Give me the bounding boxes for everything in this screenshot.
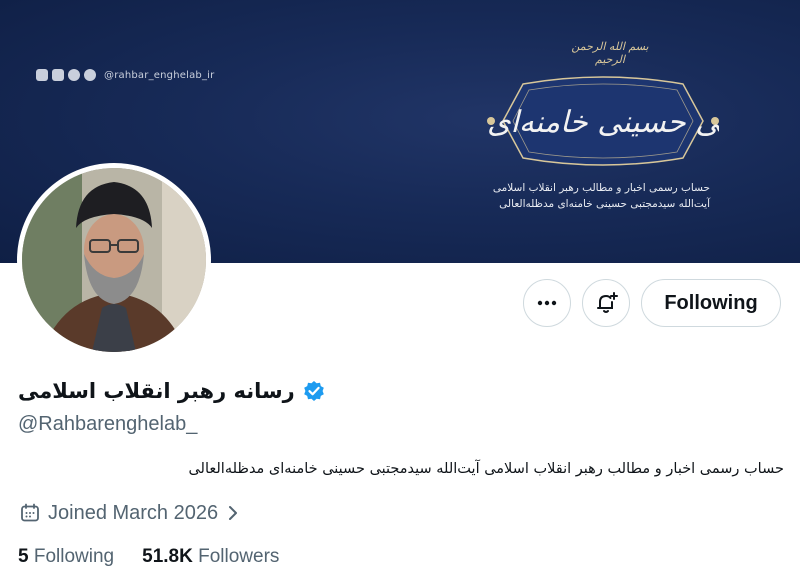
following-count: 5 [18, 546, 29, 567]
avatar-portrait [22, 168, 206, 352]
chevron-right-icon [229, 506, 238, 520]
display-name-row: رسانه رهبر انقلاب اسلامی [18, 373, 325, 409]
following-button[interactable]: Following [641, 279, 781, 327]
banner-description-line2: آیت‌الله سیدمجتبی حسینی خامنه‌ای مدظله‌ا… [499, 198, 710, 210]
verified-badge-icon[interactable] [303, 380, 325, 402]
banner-description-line1: حساب رسمی اخبار و مطالب رهبر انقلاب اسلا… [492, 182, 710, 194]
display-name: رسانه رهبر انقلاب اسلامی [18, 379, 295, 403]
banner-description: حساب رسمی اخبار و مطالب رهبر انقلاب اسلا… [470, 180, 710, 212]
joined-date: Joined March 2026 [48, 501, 219, 524]
follow-stats: 5 Following 51.8K Followers [18, 546, 279, 568]
bale-icon [68, 69, 80, 81]
eitaa-icon [52, 69, 64, 81]
banner-bismillah: بسم الله الرحمن الرحیم [571, 40, 649, 66]
banner-handle: @rahbar_enghelab_ir [104, 69, 215, 81]
telegram-icon [84, 69, 96, 81]
banner-calligraphy: حضرت آیت الله سید مجتبی حسینی خامنه‌ای [487, 105, 719, 140]
banner-social-row: @rahbar_enghelab_ir [36, 67, 214, 83]
followers-label: Followers [198, 546, 280, 567]
following-label: Following [33, 546, 115, 567]
avatar-image [22, 168, 206, 352]
joined-date-row[interactable]: Joined March 2026 [20, 500, 240, 526]
following-stat[interactable]: 5 Following [18, 546, 114, 568]
followers-stat[interactable]: 51.8K Followers [142, 546, 279, 568]
followers-count: 51.8K [142, 546, 193, 567]
bell-plus-icon [597, 292, 618, 313]
profile-avatar[interactable] [17, 163, 211, 357]
notifications-button[interactable] [582, 279, 630, 327]
calendar-icon [21, 503, 39, 522]
instagram-icon [36, 69, 48, 81]
user-handle: @Rahbarenghelab_ [18, 413, 198, 435]
more-options-button[interactable] [523, 279, 571, 327]
more-horizontal-icon [537, 300, 557, 306]
profile-bio: حساب رسمی اخبار و مطالب رهبر انقلاب اسلا… [188, 461, 784, 477]
